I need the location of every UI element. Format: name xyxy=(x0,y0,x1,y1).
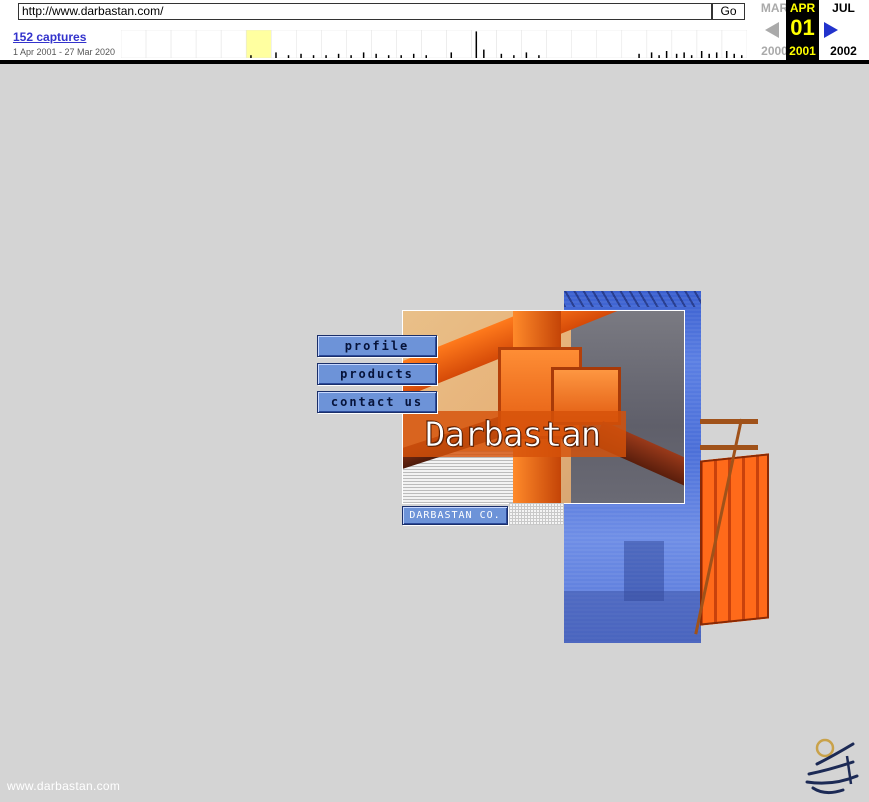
capture-bar xyxy=(733,53,735,58)
capture-bar xyxy=(325,55,327,58)
current-year-label: 2001 xyxy=(789,44,816,58)
capture-sparkline[interactable] xyxy=(121,30,747,58)
capture-bar xyxy=(715,52,718,58)
capture-bar xyxy=(650,52,653,58)
products-button[interactable]: products xyxy=(317,363,437,385)
capture-bar xyxy=(683,52,685,58)
current-day-label: 01 xyxy=(790,15,815,40)
year-cell[interactable] xyxy=(646,30,673,58)
year-cell[interactable] xyxy=(321,30,347,58)
year-cell[interactable] xyxy=(346,30,372,58)
year-cell[interactable] xyxy=(571,30,598,58)
wayback-toolbar: Go 152 captures 1 Apr 2001 - 27 Mar 2020… xyxy=(0,0,869,64)
year-cell[interactable] xyxy=(621,30,648,58)
year-cell[interactable] xyxy=(371,30,397,58)
capture-date-range: 1 Apr 2001 - 27 Mar 2020 xyxy=(13,47,116,57)
formwork-rail xyxy=(700,445,758,450)
next-month-label[interactable]: JUL xyxy=(816,1,869,15)
year-cell[interactable] xyxy=(446,30,472,58)
year-cell[interactable] xyxy=(220,30,247,58)
capture-bar xyxy=(287,55,290,58)
capture-bar xyxy=(250,55,252,58)
year-cell[interactable] xyxy=(296,30,322,58)
footer-url: www.darbastan.com xyxy=(7,779,121,793)
capture-bar xyxy=(675,53,678,58)
capture-bar xyxy=(708,53,710,58)
year-cell[interactable] xyxy=(145,30,172,58)
year-cell[interactable] xyxy=(195,30,222,58)
url-input[interactable] xyxy=(18,3,712,20)
contact-us-button[interactable]: contact us xyxy=(317,391,437,413)
current-date-column: APR 01 2001 xyxy=(786,0,819,60)
year-cell[interactable] xyxy=(596,30,623,58)
year-cell[interactable] xyxy=(546,30,572,58)
captures-link[interactable]: 152 captures xyxy=(13,30,86,44)
capture-bar xyxy=(525,52,528,58)
brand-logo: Darbastan xyxy=(425,415,602,456)
year-cell[interactable] xyxy=(521,30,547,58)
grid-pattern-strip xyxy=(509,503,564,525)
capture-bar xyxy=(312,55,315,58)
capture-bar xyxy=(275,52,277,58)
left-arrow-icon[interactable] xyxy=(765,22,779,38)
crane-structure xyxy=(564,291,701,307)
capture-bar xyxy=(350,55,352,58)
year-cell[interactable] xyxy=(421,30,447,58)
capture-bar xyxy=(740,55,743,58)
capture-bar xyxy=(690,55,693,58)
capture-bar xyxy=(450,52,453,58)
capture-bar xyxy=(375,53,377,58)
profile-button[interactable]: profile xyxy=(317,335,437,357)
formwork-panel xyxy=(700,453,769,626)
formwork-rail xyxy=(700,419,758,424)
current-month-label: APR xyxy=(789,1,816,15)
capture-bar xyxy=(337,53,340,58)
company-label: DARBASTAN CO. xyxy=(402,506,508,525)
capture-bar xyxy=(700,51,703,58)
capture-bar xyxy=(513,55,515,58)
capture-bar xyxy=(500,53,503,58)
capture-bar xyxy=(638,53,640,58)
year-cell[interactable] xyxy=(245,30,272,58)
year-cell[interactable] xyxy=(270,30,297,58)
capture-bar xyxy=(300,53,302,58)
capture-bar xyxy=(658,55,660,58)
capture-bar xyxy=(387,55,390,58)
corner-calligraphy-logo xyxy=(805,738,859,795)
go-button[interactable]: Go xyxy=(712,3,745,20)
year-cell[interactable] xyxy=(396,30,422,58)
capture-bar xyxy=(665,51,668,58)
page-stage: Darbastan DARBASTAN CO. profile products… xyxy=(0,64,869,802)
capture-bar xyxy=(725,51,728,58)
right-arrow-icon[interactable] xyxy=(824,22,838,38)
ground-area xyxy=(564,591,701,643)
capture-bar xyxy=(362,52,365,58)
capture-bar xyxy=(475,31,478,58)
year-cell[interactable] xyxy=(121,30,147,58)
capture-bar xyxy=(400,55,402,58)
capture-bar xyxy=(425,55,427,58)
capture-bar xyxy=(483,49,485,58)
next-year-label[interactable]: 2002 xyxy=(816,44,869,58)
scaffold-clamp-image: Darbastan xyxy=(402,310,685,504)
capture-bar xyxy=(412,53,415,58)
capture-bar xyxy=(538,55,540,58)
year-cell[interactable] xyxy=(170,30,197,58)
year-cell[interactable] xyxy=(496,30,522,58)
